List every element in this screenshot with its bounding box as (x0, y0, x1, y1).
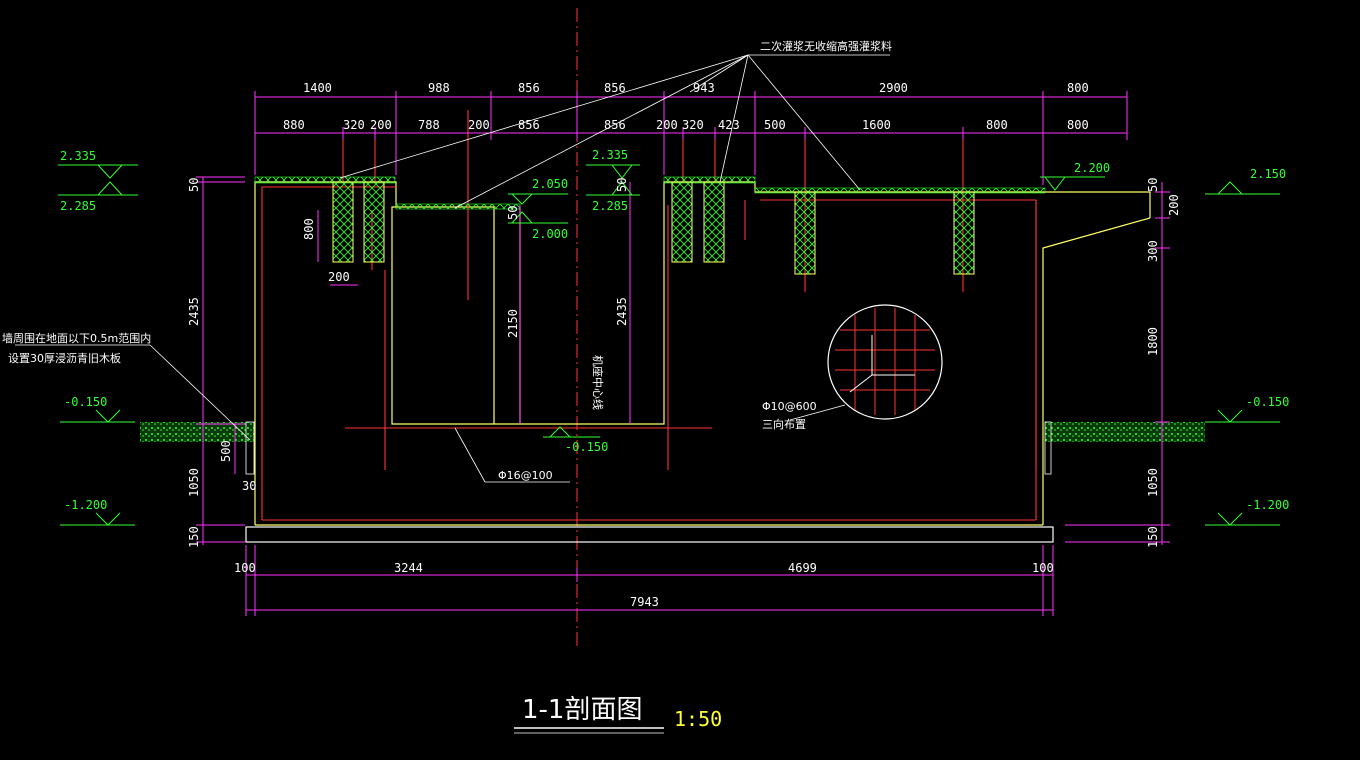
elev-left-base: -1.200 (64, 498, 107, 512)
dim-top2-8: 320 (682, 118, 704, 132)
dim-left-small-0: 200 (328, 270, 350, 284)
dim-top1-0: 1400 (303, 81, 332, 95)
drawing-title: 1-1剖面图 (522, 695, 642, 725)
dim-bottom-0: 100 (234, 561, 256, 575)
rebar-circle-line1: Φ10@600 (762, 400, 817, 413)
dim-right-2: 300 (1146, 240, 1160, 262)
dim-top2-6: 856 (604, 118, 626, 132)
dim-top2-12: 800 (986, 118, 1008, 132)
dim-center-2: 50 (615, 178, 629, 192)
note-left-line1: 墙周围在地面以下0.5m范围内 (2, 331, 151, 345)
elev-left-ground: -0.150 (64, 395, 107, 409)
note-top: 二次灌浆无收缩高强灌浆料 (760, 39, 892, 53)
elevation-markers (58, 164, 1280, 526)
dim-left-small-1: 30 (242, 479, 256, 493)
elev-mid-upper: 2.050 (532, 177, 568, 191)
dim-top1-4: 943 (693, 81, 715, 95)
base-slab (245, 526, 1054, 543)
dim-top2-4: 200 (468, 118, 490, 132)
elev-right-ground: -0.150 (1246, 395, 1289, 409)
dim-top2-1: 320 (343, 118, 365, 132)
elev-right-slab: 2.200 (1074, 161, 1110, 175)
dim-top1-2: 856 (518, 81, 540, 95)
rebar-circle-line2: 三向布置 (762, 417, 806, 431)
dim-right-1: 200 (1167, 194, 1181, 216)
dim-center-1: 2150 (506, 309, 520, 338)
rebar-bottom: Φ16@100 (498, 469, 553, 482)
dim-top1-5: 2900 (879, 81, 908, 95)
dim-left-1: 800 (302, 218, 316, 240)
dim-bottom-2: 4699 (788, 561, 817, 575)
dim-left-2: 2435 (187, 297, 201, 326)
note-center-axis: 机座中心线 (591, 355, 605, 410)
dim-top2-7: 200 (656, 118, 678, 132)
dim-top2-3: 788 (418, 118, 440, 132)
dim-left-3: 500 (219, 440, 233, 462)
dim-left-5: 150 (187, 526, 201, 548)
leader-lines (15, 54, 890, 483)
elev-center-lower: 2.285 (592, 199, 628, 213)
dim-bottom-1: 3244 (394, 561, 423, 575)
dim-top2-5: 856 (518, 118, 540, 132)
dimension-texts: 1400 988 856 856 943 2900 800 880 320 20… (187, 81, 1181, 609)
dim-top2-10: 500 (764, 118, 786, 132)
dim-top2-13: 800 (1067, 118, 1089, 132)
title-block: 1-1剖面图 1:50 (514, 695, 722, 734)
rebar-lines (261, 110, 1037, 521)
ground-soil (140, 421, 1205, 475)
dim-right-4: 1050 (1146, 468, 1160, 497)
elev-pit-floor: -0.150 (565, 440, 608, 454)
dim-bottom-3: 100 (1032, 561, 1054, 575)
dim-top2-9: 423 (718, 118, 740, 132)
dim-top2-0: 880 (283, 118, 305, 132)
dim-top1-1: 988 (428, 81, 450, 95)
dim-center-3: 2435 (615, 297, 629, 326)
dim-left-0: 50 (187, 178, 201, 192)
concrete-outline (254, 181, 1151, 526)
dim-bottom-total: 7943 (630, 595, 659, 609)
anchor-pockets (332, 181, 975, 275)
dim-top1-6: 800 (1067, 81, 1089, 95)
elev-left-top-lower: 2.285 (60, 199, 96, 213)
elev-center-upper: 2.335 (592, 148, 628, 162)
elev-left-top-upper: 2.335 (60, 149, 96, 163)
elev-right-base: -1.200 (1246, 498, 1289, 512)
dim-top1-3: 856 (604, 81, 626, 95)
annotation-notes: 二次灌浆无收缩高强灌浆料 墙周围在地面以下0.5m范围内 设置30厚浸沥青旧木板… (2, 39, 892, 482)
note-left-line2: 设置30厚浸沥青旧木板 (8, 351, 121, 365)
section-drawing: 1400 988 856 856 943 2900 800 880 320 20… (2, 8, 1289, 734)
dim-top2-2: 200 (370, 118, 392, 132)
dim-right-3: 1800 (1146, 327, 1160, 356)
elev-mid-lower: 2.000 (532, 227, 568, 241)
dim-left-4: 1050 (187, 468, 201, 497)
dim-right-0: 50 (1146, 178, 1160, 192)
dim-right-5: 150 (1146, 526, 1160, 548)
dim-top2-11: 1600 (862, 118, 891, 132)
drawing-scale: 1:50 (674, 707, 722, 731)
dim-center-0: 50 (506, 206, 520, 220)
elev-right-far: 2.150 (1250, 167, 1286, 181)
